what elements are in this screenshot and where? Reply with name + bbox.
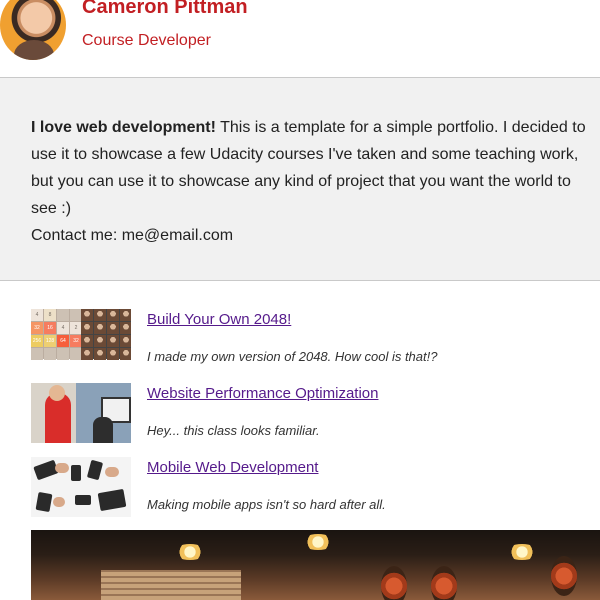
face-grid xyxy=(81,309,131,360)
project-description: I made my own version of 2048. How cool … xyxy=(147,349,438,364)
project-item: 4 8 32 16 4 2 256 128 64 32 Build Your O… xyxy=(31,309,591,371)
project-thumbnail-performance[interactable] xyxy=(31,383,131,443)
project-description: Making mobile apps isn't so hard after a… xyxy=(147,497,386,512)
profile-role: Course Developer xyxy=(82,32,211,49)
intro-section: I love web development! This is a templa… xyxy=(0,78,600,280)
intro-lead: I love web development! xyxy=(31,119,216,136)
project-link-2048[interactable]: Build Your Own 2048! xyxy=(147,311,291,328)
page-header: Cameron Pittman Course Developer xyxy=(0,0,600,77)
project-link-mobile[interactable]: Mobile Web Development xyxy=(147,459,318,476)
avatar xyxy=(0,0,66,60)
divider xyxy=(0,280,600,281)
contact-text: Contact me: me@email.com xyxy=(31,227,234,244)
intro-text: I love web development! This is a templa… xyxy=(31,114,586,249)
tile-grid: 4 8 32 16 4 2 256 128 64 32 xyxy=(31,309,82,360)
project-link-performance[interactable]: Website Performance Optimization xyxy=(147,385,378,402)
profile-name: Cameron Pittman xyxy=(82,0,248,18)
project-description: Hey... this class looks familiar. xyxy=(147,423,320,438)
project-item: Mobile Web Development Making mobile app… xyxy=(31,457,591,519)
featured-photo xyxy=(31,530,600,600)
project-item: Website Performance Optimization Hey... … xyxy=(31,383,591,445)
project-thumbnail-2048[interactable]: 4 8 32 16 4 2 256 128 64 32 xyxy=(31,309,131,369)
project-thumbnail-mobile[interactable] xyxy=(31,457,131,517)
